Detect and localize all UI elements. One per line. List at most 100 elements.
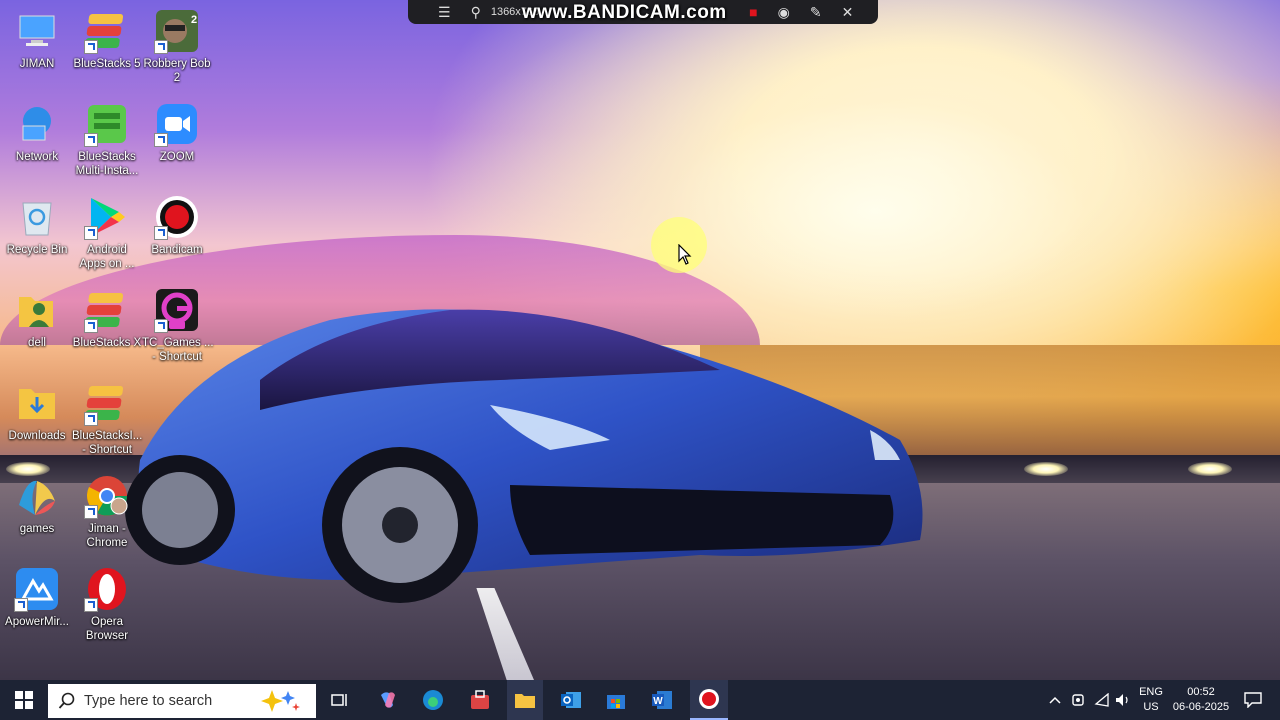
- desktop-icon-label: Downloads: [8, 430, 66, 442]
- desktop-icon-bluestacks-installer[interactable]: BlueStacksI... - Shortcut: [72, 380, 142, 457]
- search-placeholder: Type here to search: [84, 693, 213, 709]
- word-icon: W: [652, 691, 672, 709]
- bluestacks-icon: [84, 8, 130, 54]
- desktop-icon-game[interactable]: 2 Robbery Bob 2: [142, 8, 212, 85]
- wifi-icon: [1094, 693, 1109, 707]
- zoom-icon: [154, 101, 200, 147]
- desktop-icon-computer[interactable]: JIMAN: [2, 8, 72, 71]
- taskbar-bandicam[interactable]: [690, 680, 728, 720]
- desktop-icon-play-store[interactable]: Android Apps on ...: [72, 194, 142, 271]
- store-icon: [607, 695, 625, 709]
- bluestacks-multi-icon: [84, 101, 130, 147]
- desktop-icon-label: BlueStacks X: [72, 337, 142, 349]
- desktop-icon-zoom[interactable]: ZOOM: [142, 101, 212, 164]
- games-icon: [14, 473, 60, 519]
- desktop-icon-tc-games[interactable]: TC_Games ... - Shortcut: [142, 287, 214, 364]
- clock-time: 00:52: [1187, 686, 1215, 698]
- show-hidden-icons-button[interactable]: [1046, 680, 1064, 720]
- play-store-icon: [84, 194, 130, 240]
- copilot-icon: [381, 692, 395, 708]
- search-highlight-icon: [261, 690, 300, 712]
- desktop-icon-bluestacks[interactable]: BlueStacks 5: [72, 8, 142, 71]
- tray-volume[interactable]: [1113, 680, 1133, 720]
- desktop-icon-label: ApowerMir...: [5, 616, 69, 628]
- speaker-icon: [1116, 694, 1128, 706]
- shortcut-arrow-icon: [84, 505, 98, 519]
- edge-icon: [423, 690, 443, 710]
- windows-logo-icon: [15, 691, 33, 709]
- chevron-up-icon: [1049, 696, 1061, 704]
- desktop-icon-apowermirror[interactable]: ApowerMir...: [2, 566, 72, 629]
- bluestacks-x-icon: [84, 287, 130, 333]
- desktop-icon-label: dell: [28, 337, 46, 349]
- opera-icon: [84, 566, 130, 612]
- desktop-icon-label: games: [19, 523, 55, 535]
- bluestacks-installer-icon: [84, 380, 130, 426]
- tc-games-icon: [154, 287, 200, 333]
- desktop-icon-recycle-bin[interactable]: Recycle Bin: [2, 194, 72, 257]
- task-view-icon: [331, 694, 347, 706]
- close-icon[interactable]: ✕: [842, 4, 854, 21]
- desktop-icon-label: JIMAN: [19, 58, 55, 70]
- desktop-icon-folder-download[interactable]: Downloads: [2, 380, 72, 443]
- clock-date: 06-06-2025: [1172, 701, 1230, 713]
- task-view-button[interactable]: [322, 680, 358, 720]
- shopping-bag-icon: [471, 690, 489, 709]
- start-button[interactable]: [0, 680, 48, 720]
- folder-download-icon: [14, 380, 60, 426]
- taskbar-copilot[interactable]: [370, 680, 406, 720]
- language-indicator[interactable]: ENG US: [1136, 680, 1166, 720]
- taskbar-store-bag[interactable]: [462, 680, 498, 720]
- tray-meet-now[interactable]: [1068, 680, 1088, 720]
- desktop-icon-chrome[interactable]: Jiman - Chrome: [72, 473, 142, 550]
- desktop-icon-label: Bandicam: [151, 244, 203, 256]
- folder-icon: [515, 694, 535, 708]
- notification-icon: [1244, 692, 1262, 708]
- desktop-icon-network[interactable]: Network: [2, 101, 72, 164]
- desktop-icon-bandicam[interactable]: Bandicam: [142, 194, 212, 257]
- desktop-icon-label: Robbery Bob 2: [143, 58, 211, 84]
- bandicam-record-icon: [699, 689, 719, 709]
- svg-text:2: 2: [191, 14, 197, 26]
- shortcut-arrow-icon: [84, 226, 98, 240]
- game-icon: 2: [154, 8, 200, 54]
- desktop-icon-label: Opera Browser: [85, 616, 129, 642]
- desktop-icon-label: ZOOM: [159, 151, 195, 163]
- shortcut-arrow-icon: [84, 133, 98, 147]
- taskbar-file-explorer[interactable]: [507, 680, 543, 720]
- desktop-icon-bluestacks-multi[interactable]: BlueStacks Multi-Insta...: [72, 101, 142, 178]
- apowermirror-icon: [14, 566, 60, 612]
- svg-text:W: W: [653, 696, 663, 707]
- desktop-icon-bluestacks-x[interactable]: BlueStacks X: [72, 287, 142, 350]
- bandicam-watermark: www.BANDICAM.com: [522, 2, 727, 23]
- pin-icon[interactable]: ⚲: [471, 4, 481, 21]
- taskbar-edge[interactable]: [415, 680, 451, 720]
- pencil-icon[interactable]: ✎: [810, 4, 822, 21]
- shortcut-arrow-icon: [84, 598, 98, 612]
- tray-network[interactable]: [1092, 680, 1112, 720]
- desktop-icon-user-folder[interactable]: dell: [2, 287, 72, 350]
- desktop-icon-label: BlueStacks 5: [73, 58, 141, 70]
- desktop-icon-games[interactable]: games: [2, 473, 72, 536]
- clock[interactable]: 00:52 06-06-2025: [1170, 680, 1232, 720]
- taskbar-microsoft-store[interactable]: [598, 680, 634, 720]
- computer-icon: [14, 8, 60, 54]
- desktop-icon-label: TC_Games ... - Shortcut: [142, 337, 214, 363]
- tray-device-icon: [1072, 694, 1084, 706]
- menu-icon[interactable]: ☰: [438, 4, 451, 21]
- notification-center-button[interactable]: [1238, 680, 1268, 720]
- shortcut-arrow-icon: [84, 319, 98, 333]
- shortcut-arrow-icon: [84, 412, 98, 426]
- taskbar-outlook[interactable]: [553, 680, 589, 720]
- shortcut-arrow-icon: [154, 319, 168, 333]
- recycle-bin-icon: [14, 194, 60, 240]
- record-indicator-icon[interactable]: ■: [749, 4, 757, 20]
- user-folder-icon: [14, 287, 60, 333]
- language-label: ENG: [1139, 686, 1163, 698]
- taskbar-search-box[interactable]: Type here to search: [48, 684, 316, 718]
- taskbar-word[interactable]: W: [644, 680, 680, 720]
- desktop-icon-opera[interactable]: Opera Browser: [72, 566, 142, 643]
- camera-icon[interactable]: ◉: [778, 4, 790, 21]
- mouse-pointer-icon: [678, 244, 692, 265]
- desktop-icon-label: Recycle Bin: [6, 244, 68, 256]
